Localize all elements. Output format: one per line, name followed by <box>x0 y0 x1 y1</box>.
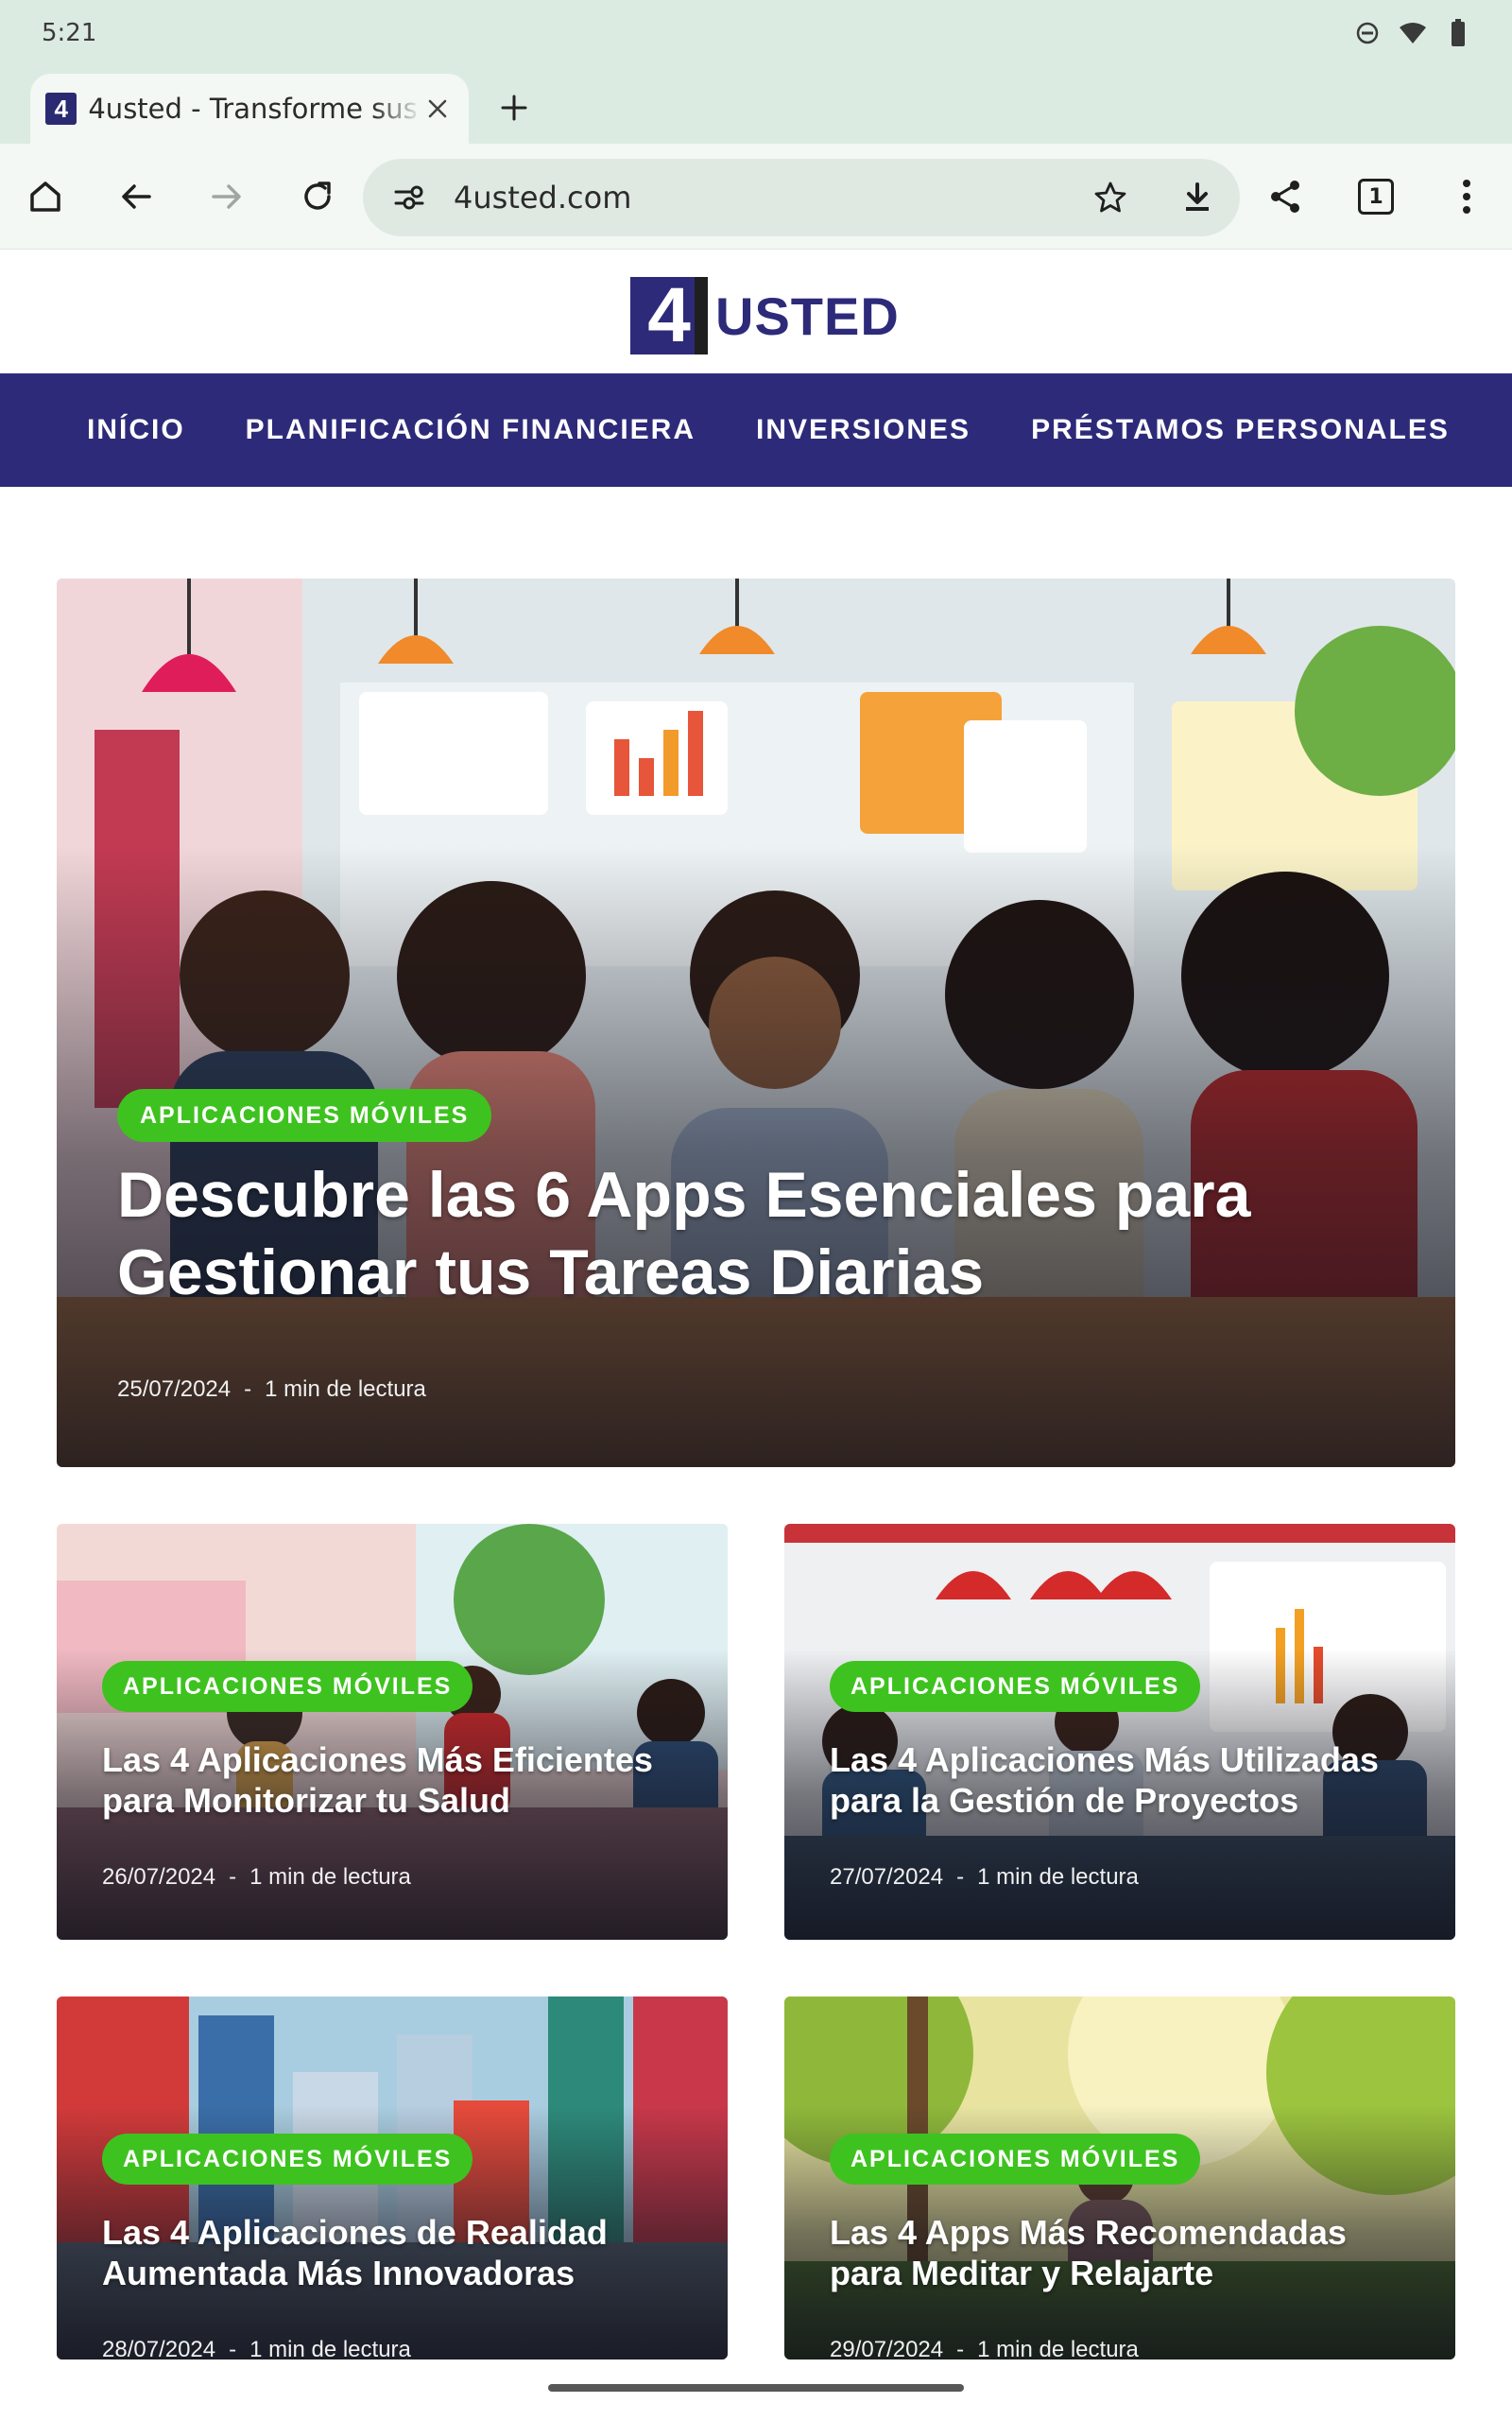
gesture-home-bar[interactable] <box>548 2384 964 2392</box>
url-text[interactable]: 4usted.com <box>454 180 631 216</box>
tab-count: 1 <box>1358 179 1394 215</box>
category-badge[interactable]: APLICACIONES MÓVILES <box>830 2134 1201 2185</box>
site-header: 4 USTED <box>0 251 1512 373</box>
new-tab-icon[interactable] <box>491 85 537 130</box>
browser-toolbar: 4usted.com 1 <box>0 144 1512 250</box>
main-navigation: INÍCIO PLANIFICACIÓN FINANCIERA INVERSIO… <box>0 373 1512 487</box>
post-date: 26/07/2024 <box>102 1864 216 1890</box>
nav-item-planificacion-financiera[interactable]: PLANIFICACIÓN FINANCIERA <box>246 414 696 446</box>
reload-icon[interactable] <box>291 170 344 223</box>
address-bar[interactable]: 4usted.com <box>363 159 1240 236</box>
post-card[interactable]: APLICACIONES MÓVILES Las 4 Aplicaciones … <box>57 1996 728 2360</box>
category-badge[interactable]: APLICACIONES MÓVILES <box>102 2134 473 2185</box>
post-meta: 28/07/2024 - 1 min de lectura <box>102 2337 411 2360</box>
status-icons <box>1351 17 1474 49</box>
post-card[interactable]: APLICACIONES MÓVILES Las 4 Aplicaciones … <box>784 1524 1455 1940</box>
post-date: 25/07/2024 <box>117 1376 232 1402</box>
more-menu-icon[interactable] <box>1440 170 1493 223</box>
post-meta: 25/07/2024 - 1 min de lectura <box>117 1376 426 1403</box>
status-bar: 5:21 <box>0 0 1512 70</box>
post-title[interactable]: Las 4 Aplicaciones Más Utilizadas para l… <box>830 1739 1416 1821</box>
status-time: 5:21 <box>42 19 97 47</box>
nav-item-prestamos-personales[interactable]: PRÉSTAMOS PERSONALES <box>1031 414 1450 446</box>
post-date: 28/07/2024 <box>102 2337 216 2360</box>
post-meta: 29/07/2024 - 1 min de lectura <box>830 2337 1139 2360</box>
site-logo[interactable]: 4 USTED <box>630 277 900 354</box>
wifi-icon <box>1397 17 1429 49</box>
post-title[interactable]: Las 4 Aplicaciones de Realidad Aumentada… <box>102 2212 688 2293</box>
meta-separator: - <box>229 1864 237 1890</box>
category-badge[interactable]: APLICACIONES MÓVILES <box>830 1661 1201 1712</box>
meta-separator: - <box>956 1864 965 1890</box>
featured-post-title[interactable]: Descubre las 6 Apps Esenciales para Gest… <box>117 1157 1365 1311</box>
post-title[interactable]: Las 4 Aplicaciones Más Eficientes para M… <box>102 1739 688 1821</box>
forward-arrow-icon[interactable] <box>200 170 253 223</box>
nav-item-inversiones[interactable]: INVERSIONES <box>756 414 971 446</box>
read-time: 1 min de lectura <box>249 1864 411 1890</box>
dnd-icon <box>1351 17 1383 49</box>
read-time: 1 min de lectura <box>977 2337 1139 2360</box>
share-icon[interactable] <box>1259 170 1312 223</box>
meta-separator: - <box>956 2337 965 2360</box>
read-time: 1 min de lectura <box>265 1376 426 1402</box>
meta-separator: - <box>244 1376 252 1402</box>
post-card[interactable]: APLICACIONES MÓVILES Las 4 Apps Más Reco… <box>784 1996 1455 2360</box>
post-card[interactable]: APLICACIONES MÓVILES Las 4 Aplicaciones … <box>57 1524 728 1940</box>
post-date: 27/07/2024 <box>830 1864 944 1890</box>
back-arrow-icon[interactable] <box>110 170 163 223</box>
tab-strip: 4 4usted - Transforme sus finanzas <box>0 70 1512 144</box>
nav-item-inicio[interactable]: INÍCIO <box>87 414 185 446</box>
post-meta: 27/07/2024 - 1 min de lectura <box>830 1864 1139 1891</box>
post-date: 29/07/2024 <box>830 2337 944 2360</box>
post-meta: 26/07/2024 - 1 min de lectura <box>102 1864 411 1891</box>
read-time: 1 min de lectura <box>249 2337 411 2360</box>
tab-title: 4usted - Transforme sus finanzas <box>88 93 421 125</box>
tab-switcher-button[interactable]: 1 <box>1349 170 1402 223</box>
bookmark-star-icon[interactable] <box>1087 174 1134 221</box>
download-icon[interactable] <box>1174 174 1221 221</box>
read-time: 1 min de lectura <box>977 1864 1139 1890</box>
meta-separator: - <box>229 2337 237 2360</box>
home-icon[interactable] <box>19 170 72 223</box>
featured-post-card[interactable]: APLICACIONES MÓVILES Descubre las 6 Apps… <box>57 579 1455 1467</box>
battery-icon <box>1442 17 1474 49</box>
logo-text: USTED <box>715 285 900 346</box>
browser-tab[interactable]: 4 4usted - Transforme sus finanzas <box>30 74 469 144</box>
logo-mark: 4 <box>630 277 708 354</box>
favicon-icon: 4 <box>45 93 77 125</box>
category-badge[interactable]: APLICACIONES MÓVILES <box>102 1661 473 1712</box>
image-overlay <box>57 579 1455 1467</box>
site-settings-icon[interactable] <box>386 174 433 221</box>
category-badge[interactable]: APLICACIONES MÓVILES <box>117 1089 492 1142</box>
post-title[interactable]: Las 4 Apps Más Recomendadas para Meditar… <box>830 2212 1416 2293</box>
tab-close-icon[interactable] <box>422 93 454 125</box>
